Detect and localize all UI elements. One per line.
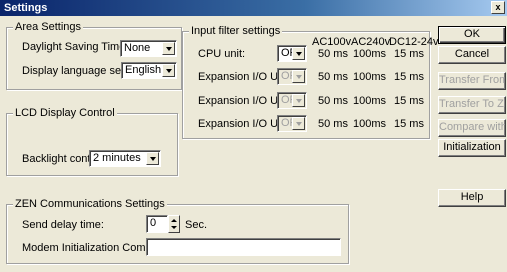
- filter-time-ac100: 50 ms: [318, 71, 348, 83]
- ok-button[interactable]: OK: [438, 26, 506, 44]
- dst-label: Daylight Saving Time:: [22, 41, 129, 53]
- language-select[interactable]: English: [121, 62, 177, 79]
- send-delay-input[interactable]: 0: [146, 215, 168, 233]
- chevron-down-icon[interactable]: [162, 42, 175, 55]
- filter-select-cpu[interactable]: OFF: [277, 45, 307, 62]
- chevron-down-icon[interactable]: [292, 47, 305, 60]
- modem-init-input[interactable]: [146, 238, 341, 256]
- filter-time-ac240: 100ms: [353, 95, 387, 107]
- filter-time-ac100: 50 ms: [318, 48, 348, 60]
- help-button[interactable]: Help: [438, 189, 506, 207]
- filter-time-ac240: 100ms: [353, 48, 387, 60]
- zen-comm-legend: ZEN Communications Settings: [13, 198, 167, 211]
- window-title: Settings: [4, 2, 48, 14]
- dst-value: None: [124, 42, 151, 54]
- input-filter-legend: Input filter settings: [189, 25, 283, 38]
- send-delay-value: 0: [150, 217, 157, 229]
- filter-time-dc: 15 ms: [394, 48, 424, 60]
- spin-up-icon[interactable]: [171, 219, 177, 222]
- language-value: English: [125, 64, 162, 76]
- chevron-down-icon[interactable]: [146, 152, 159, 165]
- backlight-select[interactable]: 2 minutes: [89, 150, 161, 167]
- transfer-to-zen-button: Transfer To ZEN: [438, 96, 506, 114]
- filter-time-dc: 15 ms: [394, 118, 424, 130]
- initialization-button[interactable]: Initialization: [438, 139, 506, 157]
- filter-time-ac240: 100ms: [353, 71, 387, 83]
- filter-time-ac240: 100ms: [353, 118, 387, 130]
- filter-select-exp1: OFF: [277, 68, 307, 85]
- compare-with-zen-button: Compare with ZEN: [438, 119, 506, 137]
- filter-row-label: CPU unit:: [198, 48, 246, 60]
- filter-select-exp2: OFF: [277, 92, 307, 109]
- filter-time-dc: 15 ms: [394, 71, 424, 83]
- filter-time-dc: 15 ms: [394, 95, 424, 107]
- dst-select[interactable]: None: [120, 40, 177, 57]
- cancel-button[interactable]: Cancel: [438, 46, 506, 64]
- area-settings-group: Area Settings: [6, 21, 182, 90]
- chevron-down-icon: [292, 94, 305, 107]
- filter-select-exp3: OFF: [277, 115, 307, 132]
- close-icon[interactable]: x: [491, 1, 505, 14]
- spin-down-icon[interactable]: [171, 226, 177, 229]
- filter-time-ac100: 50 ms: [318, 95, 348, 107]
- chevron-down-icon[interactable]: [162, 64, 175, 77]
- chevron-down-icon: [292, 70, 305, 83]
- settings-window: Settings x Area Settings Daylight Saving…: [0, 0, 507, 272]
- lcd-display-legend: LCD Display Control: [13, 107, 117, 120]
- filter-time-ac100: 50 ms: [318, 118, 348, 130]
- chevron-down-icon: [292, 117, 305, 130]
- send-delay-label: Send delay time:: [22, 219, 104, 231]
- send-delay-unit: Sec.: [185, 219, 208, 231]
- send-delay-spinner[interactable]: [168, 215, 180, 233]
- title-bar: Settings x: [0, 0, 507, 16]
- area-settings-legend: Area Settings: [13, 21, 84, 34]
- transfer-from-zen-button: Transfer From ZEN: [438, 72, 506, 90]
- backlight-value: 2 minutes: [93, 152, 141, 164]
